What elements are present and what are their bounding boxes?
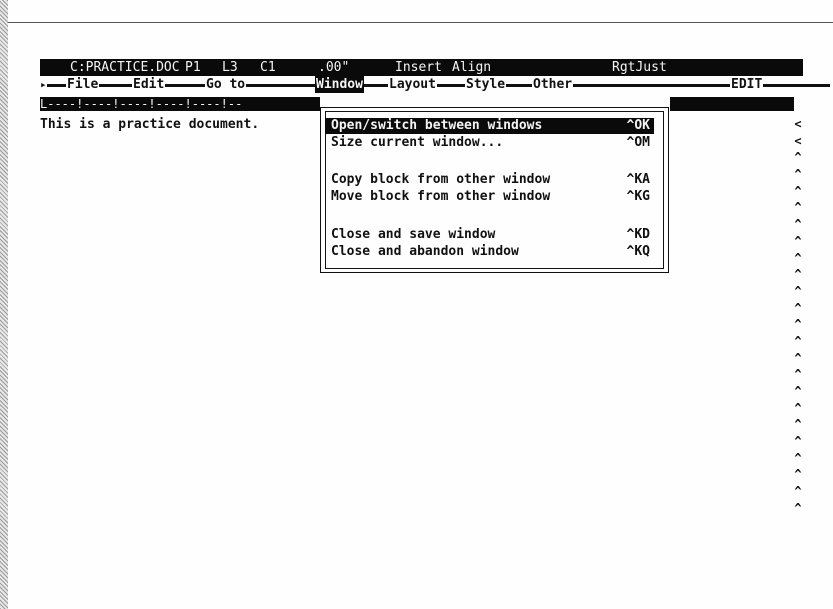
line-flag-mark: ^ <box>794 434 802 449</box>
menu-bar: ▸ File Edit Go to Window Layout Style Ot… <box>40 76 833 93</box>
menu-other[interactable]: Other <box>532 76 574 93</box>
menu-item-label: Close and save window <box>331 227 496 242</box>
menu-file[interactable]: File <box>66 76 100 93</box>
menu-item-shortcut: ^OM <box>626 135 650 150</box>
line-flag-mark: < <box>794 117 802 131</box>
menu-item-move-block[interactable]: Move block from other window ^KG <box>325 189 654 205</box>
top-rule <box>8 22 833 23</box>
line-flag-mark: ^ <box>794 450 802 465</box>
line-flag-mark: ^ <box>794 183 802 198</box>
menu-layout[interactable]: Layout <box>388 76 437 93</box>
menu-item-close-abandon[interactable]: Close and abandon window ^KQ <box>325 244 654 260</box>
menu-item-shortcut: ^KQ <box>626 244 650 259</box>
mode-indicator: EDIT <box>730 76 764 93</box>
line-flag-mark: ^ <box>794 200 802 215</box>
status-filename: C:PRACTICE.DOC <box>70 60 180 75</box>
line-flag-mark: ^ <box>794 233 802 248</box>
status-justify: RgtJust <box>612 60 667 75</box>
menu-item-shortcut: ^KD <box>626 227 650 242</box>
menu-style[interactable]: Style <box>465 76 507 93</box>
line-flag-mark: ^ <box>794 217 802 232</box>
status-line: L3 <box>222 60 238 75</box>
menu-item-label: Move block from other window <box>331 189 551 204</box>
line-flag-mark: ^ <box>794 500 802 515</box>
status-position: .00" <box>318 60 350 75</box>
menu-goto[interactable]: Go to <box>205 76 247 93</box>
status-bar: C:PRACTICE.DOC P1 L3 C1 .00" Insert Alig… <box>40 59 803 76</box>
line-flag-mark: ^ <box>794 283 802 298</box>
status-align-mode: Align <box>452 60 492 75</box>
line-flag-mark: ^ <box>794 384 802 398</box>
menu-item-size-window[interactable]: Size current window... ^OM <box>325 135 654 151</box>
menu-item-shortcut: ^OK <box>626 118 650 133</box>
menu-item-label: Size current window... <box>331 135 504 150</box>
line-flag-mark: ^ <box>794 300 802 315</box>
line-flag-mark: ^ <box>794 467 802 482</box>
line-flag-mark: ^ <box>794 400 802 415</box>
menu-window[interactable]: Window <box>315 76 364 93</box>
status-page: P1 <box>185 60 201 75</box>
document-text[interactable]: This is a practice document. <box>40 116 259 133</box>
menu-item-close-save[interactable]: Close and save window ^KD <box>325 227 654 243</box>
line-flag-mark: ^ <box>794 250 802 265</box>
window-menu-dropdown: Open/switch between windows ^OK Size cur… <box>320 107 669 273</box>
line-flag-mark: ^ <box>794 367 802 382</box>
line-flag-mark: ^ <box>794 167 802 182</box>
line-flag-mark: ^ <box>794 484 802 499</box>
menu-item-open-switch-windows[interactable]: Open/switch between windows ^OK <box>325 118 654 134</box>
menu-item-shortcut: ^KG <box>626 189 650 204</box>
menu-edit[interactable]: Edit <box>132 76 166 93</box>
status-column: C1 <box>260 60 276 75</box>
line-flag-mark: ^ <box>794 417 802 432</box>
line-flag-mark: ^ <box>794 150 802 165</box>
menu-start-marker: ▸ <box>40 76 47 93</box>
line-flag-mark: ^ <box>794 350 802 365</box>
status-insert-mode: Insert <box>395 60 442 75</box>
ruler-right-bar <box>670 97 794 111</box>
left-edge-texture <box>0 0 8 609</box>
line-flag-mark: < <box>794 133 802 148</box>
right-margin-flags: < < ^ ^ ^ ^ ^ ^ ^ ^ ^ ^ ^ ^ ^ ^ ^ ^ ^ ^ ^ ^ ^ ^ <box>788 116 808 517</box>
menu-item-label: Copy block from other window <box>331 172 551 187</box>
menu-item-shortcut: ^KA <box>626 172 650 187</box>
menu-item-label: Open/switch between windows <box>331 118 543 133</box>
ruler-line: L----!----!----!----!----!-- <box>40 97 320 111</box>
line-flag-mark: ^ <box>794 267 802 282</box>
menu-item-copy-block[interactable]: Copy block from other window ^KA <box>325 172 654 188</box>
menu-item-label: Close and abandon window <box>331 244 519 259</box>
line-flag-mark: ^ <box>794 333 802 348</box>
line-flag-mark: ^ <box>794 317 802 332</box>
